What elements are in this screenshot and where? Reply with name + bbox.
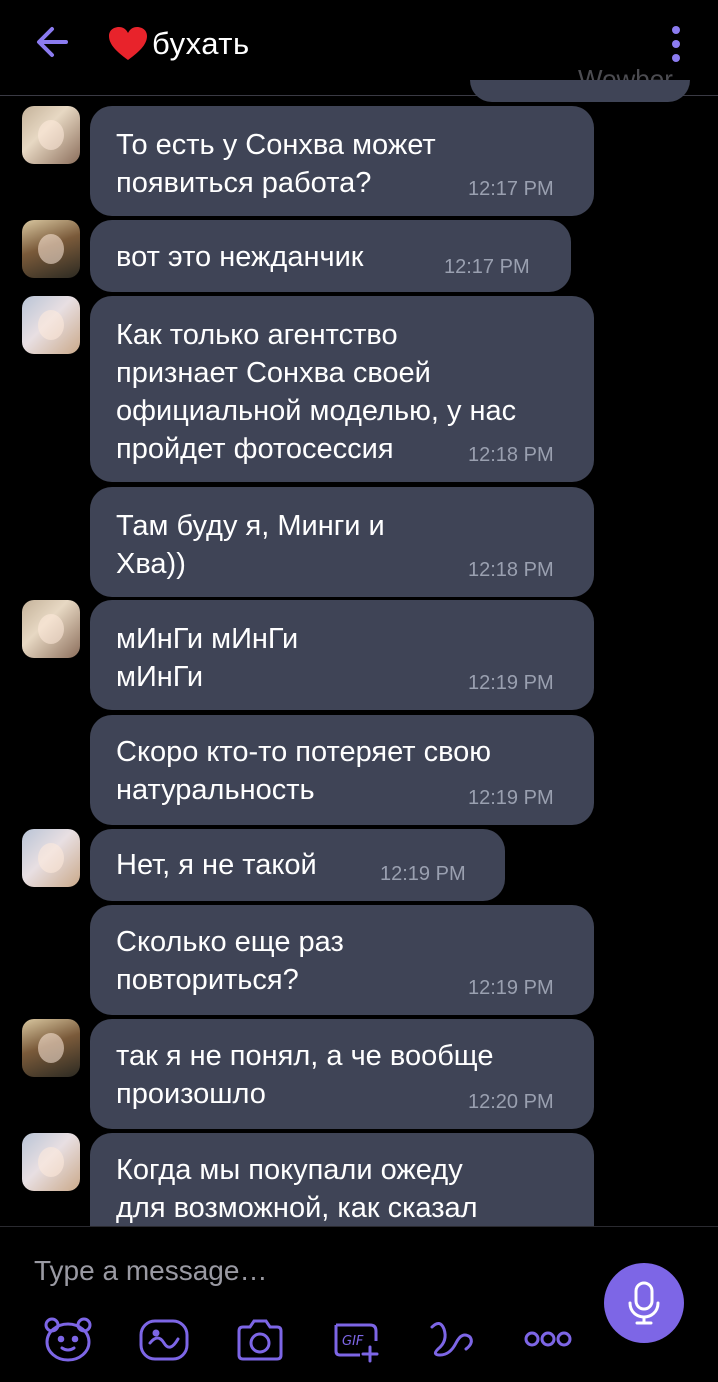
message-time: 12:19 PM — [380, 863, 466, 885]
avatar[interactable] — [22, 600, 80, 658]
message-time: 12:19 PM — [468, 787, 554, 809]
sticker-bear-icon[interactable] — [42, 1315, 94, 1363]
chat-title-area[interactable]: бухать — [108, 22, 250, 66]
avatar[interactable] — [22, 829, 80, 887]
microphone-button[interactable] — [604, 1263, 684, 1343]
message-text: вот это нежданчик — [116, 241, 364, 273]
message-input[interactable] — [34, 1251, 554, 1291]
more-dots-icon[interactable] — [522, 1315, 574, 1363]
message-bubble[interactable]: Скоро кто-то потеряет свою натуральность… — [90, 715, 594, 825]
avatar[interactable] — [22, 1133, 80, 1191]
message-time: 12:18 PM — [468, 444, 554, 466]
avatar[interactable] — [22, 1019, 80, 1077]
message-text: так я не понял, а че вообще произошло — [116, 1040, 494, 1110]
message-bubble[interactable]: Там буду я, Минги и Хва)) 12:18 PM — [90, 487, 594, 597]
message-bubble[interactable]: так я не понял, а че вообще произошло 12… — [90, 1019, 594, 1129]
back-arrow-icon[interactable] — [30, 20, 78, 64]
message-time: 12:17 PM — [468, 178, 554, 200]
message-time: 12:20 PM — [468, 1091, 554, 1113]
gif-icon[interactable]: GIF — [330, 1315, 382, 1363]
doodle-icon[interactable] — [138, 1315, 190, 1363]
message-text: Там буду я, Минги и Хва)) — [116, 510, 385, 580]
message-time: 12:19 PM — [468, 977, 554, 999]
message-text: мИнГи мИнГи мИнГи — [116, 623, 299, 693]
message-text: Когда мы покупали ожеду для возможной, к… — [116, 1154, 478, 1224]
message-bubble[interactable]: То есть у Сонхва может появиться работа?… — [90, 106, 594, 216]
message-time: 12:17 PM — [444, 256, 530, 278]
message-text: Нет, я не такой — [116, 849, 317, 881]
chat-title: бухать — [152, 26, 250, 61]
camera-icon[interactable] — [234, 1315, 286, 1363]
message-bubble[interactable]: Нет, я не такой 12:19 PM — [90, 829, 505, 901]
more-options-icon[interactable] — [662, 24, 690, 64]
message-text: Сколько еще раз повториться? — [116, 926, 344, 996]
message-text: Как только агентство признает Сонхва сво… — [116, 319, 517, 465]
message-time: 12:18 PM — [468, 559, 554, 581]
scribble-icon[interactable] — [426, 1315, 478, 1363]
previous-message-bubble — [470, 80, 690, 102]
message-text: Скоро кто-то потеряет свою натуральность — [116, 736, 492, 806]
message-time: 12:19 PM — [468, 672, 554, 694]
avatar[interactable] — [22, 220, 80, 278]
message-bubble[interactable]: мИнГи мИнГи мИнГи 12:19 PM — [90, 600, 594, 710]
svg-text:GIF: GIF — [342, 1334, 364, 1349]
red-heart-icon — [109, 27, 147, 60]
message-bubble[interactable]: вот это нежданчик 12:17 PM — [90, 220, 571, 292]
message-composer: GIF — [0, 1226, 718, 1382]
avatar[interactable] — [22, 296, 80, 354]
message-bubble[interactable]: Как только агентство признает Сонхва сво… — [90, 296, 594, 482]
microphone-icon — [628, 1281, 660, 1325]
avatar[interactable] — [22, 106, 80, 164]
message-text: То есть у Сонхва может появиться работа? — [116, 129, 436, 199]
message-bubble[interactable]: Сколько еще раз повториться? 12:19 PM — [90, 905, 594, 1015]
